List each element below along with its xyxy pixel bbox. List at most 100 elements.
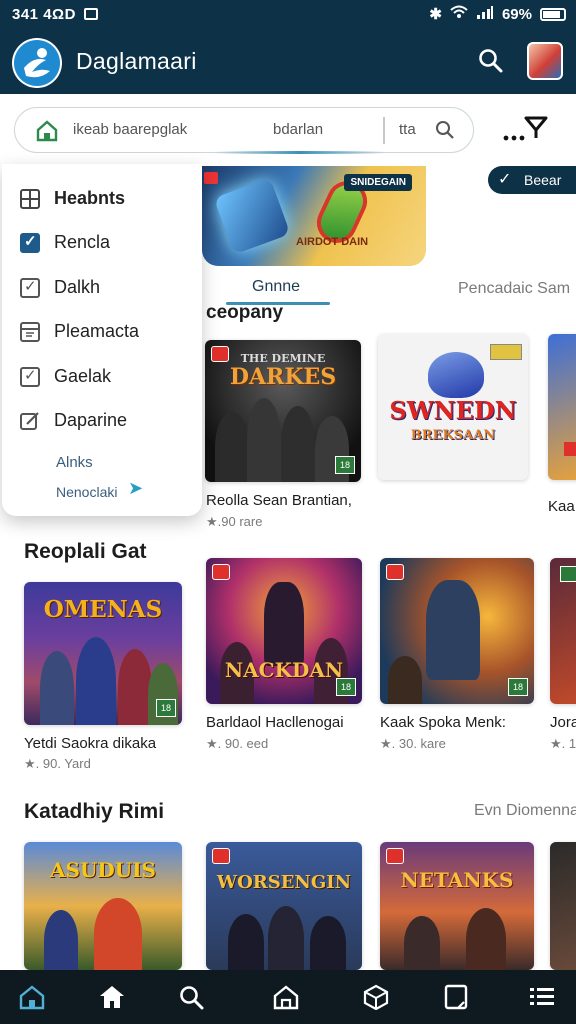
wifi-icon bbox=[450, 5, 468, 23]
section-see-more[interactable]: Evn Diomenna bbox=[474, 802, 576, 820]
menu-item-dalkh[interactable]: Dalkh bbox=[20, 277, 100, 298]
gem-artwork bbox=[213, 177, 291, 255]
rating-badge-icon: 18 bbox=[156, 699, 176, 717]
dropdown-menu: Heabnts Rencla Dalkh Pleamacta Gaelak Da… bbox=[2, 164, 202, 516]
game-card[interactable]: ASUDUIS bbox=[24, 842, 182, 970]
game-rating: ★. 90. eed bbox=[206, 736, 269, 751]
mask-artwork bbox=[428, 352, 484, 398]
home-outline-icon[interactable] bbox=[18, 984, 46, 1010]
search-icon[interactable] bbox=[178, 984, 206, 1010]
game-card[interactable] bbox=[548, 334, 576, 480]
game-rating: ★.90 rare bbox=[206, 514, 263, 529]
game-title[interactable]: Reolla Sean Brantian, bbox=[206, 492, 352, 509]
badge-icon bbox=[212, 848, 230, 864]
card-title-art: OMENAS bbox=[43, 596, 163, 623]
game-card[interactable] bbox=[550, 842, 576, 970]
figure-art bbox=[426, 580, 480, 680]
home-icon[interactable] bbox=[98, 984, 126, 1010]
menu-item-rencla[interactable]: Rencla bbox=[20, 232, 110, 253]
calendar-icon bbox=[20, 321, 40, 342]
search-focus-accent bbox=[215, 151, 385, 154]
menu-item-gaelak[interactable]: Gaelak bbox=[20, 366, 111, 387]
menu-item-label: Pleamacta bbox=[54, 321, 140, 341]
card-title-art: NETANKS bbox=[400, 868, 514, 892]
check-icon: ✓ bbox=[498, 171, 512, 188]
section-heading: Reoplali Gat bbox=[24, 540, 147, 563]
menu-item-label: Rencla bbox=[54, 232, 111, 252]
figure-art bbox=[247, 398, 281, 482]
menu-footer-link[interactable]: Nenoclaki bbox=[56, 484, 117, 500]
figure-art bbox=[94, 898, 142, 970]
figure-art bbox=[281, 406, 315, 482]
badge-icon bbox=[564, 442, 576, 456]
figure-art bbox=[310, 916, 346, 970]
search-placeholder: ikeab baarepglak bbox=[73, 121, 188, 138]
game-card[interactable]: SWNEDN BREKSAAN bbox=[378, 334, 528, 480]
checkbox-icon bbox=[20, 366, 40, 387]
cube-icon[interactable] bbox=[362, 984, 390, 1011]
game-card[interactable]: OMENAS 18 bbox=[24, 582, 182, 725]
search-suffix: tta bbox=[399, 121, 416, 138]
card-title-art: SWNEDN bbox=[389, 396, 517, 425]
figure-art bbox=[40, 651, 74, 725]
featured-banner[interactable]: SNIDEGAIN AIRDOT DAIN bbox=[202, 166, 426, 266]
app-bar: Daglamaari bbox=[0, 30, 576, 94]
figure-art bbox=[466, 908, 506, 970]
figure-art bbox=[388, 656, 422, 704]
section-heading: Katadhiy Rimi bbox=[24, 800, 165, 823]
game-title[interactable]: Kaa bbox=[548, 498, 575, 515]
game-card[interactable]: WORSENGIN bbox=[206, 842, 362, 970]
status-bar: 341 4ΩD ✱ 69% bbox=[0, 0, 576, 30]
filter-button[interactable] bbox=[500, 114, 550, 148]
game-title[interactable]: Jora bbox=[550, 714, 576, 731]
figure-art bbox=[44, 910, 78, 970]
game-rating: ★. 30. kare bbox=[380, 736, 446, 751]
game-card[interactable]: NACKDAN 18 bbox=[206, 558, 362, 704]
banner-tag: SNIDEGAIN bbox=[344, 174, 412, 191]
badge-icon bbox=[204, 172, 218, 184]
game-title[interactable]: Barldaol Hacllenogai bbox=[206, 714, 344, 731]
tab-game[interactable]: Gnnne bbox=[252, 278, 300, 296]
menu-item-daparine[interactable]: Daparine bbox=[20, 410, 127, 431]
game-rating: ★. 90. Yard bbox=[24, 756, 91, 771]
card-title-art: WORSENGIN bbox=[216, 872, 352, 893]
section-heading-company: ceopany bbox=[206, 302, 284, 323]
game-title[interactable]: Kaak Spoka Menk: bbox=[380, 714, 506, 731]
house-icon[interactable] bbox=[272, 984, 300, 1010]
notification-icon bbox=[84, 8, 98, 20]
search-icon[interactable] bbox=[478, 48, 504, 79]
game-card[interactable]: 18 bbox=[380, 558, 534, 704]
send-icon[interactable]: ➤ bbox=[128, 478, 143, 499]
filter-pill-button[interactable]: ✓ Beear bbox=[488, 166, 576, 194]
menu-footer-link[interactable]: Alnks bbox=[56, 454, 93, 471]
figure-art bbox=[268, 906, 304, 970]
menu-item-pleamacta[interactable]: Pleamacta bbox=[20, 321, 139, 342]
app-logo-icon[interactable] bbox=[12, 38, 62, 88]
figure-art bbox=[215, 412, 249, 482]
bluetooth-icon: ✱ bbox=[429, 6, 442, 23]
search-divider bbox=[383, 117, 385, 144]
figure-art bbox=[76, 637, 116, 725]
search-icon[interactable] bbox=[435, 120, 455, 145]
menu-item-label: Dalkh bbox=[54, 277, 101, 297]
game-card[interactable]: THE DEMINE DARKES 18 bbox=[205, 340, 361, 482]
figure-art bbox=[264, 582, 304, 666]
signal-icon bbox=[476, 5, 494, 23]
card-title-art: ASUDUIS bbox=[50, 858, 156, 882]
game-card[interactable] bbox=[550, 558, 576, 704]
avatar[interactable] bbox=[527, 42, 563, 80]
search-input[interactable]: ikeab baarepglak bdarlan tta bbox=[14, 107, 474, 154]
grid-icon bbox=[20, 188, 40, 209]
list-icon[interactable] bbox=[528, 984, 556, 1010]
badge-icon bbox=[386, 848, 404, 864]
figure-art bbox=[228, 914, 264, 970]
game-title[interactable]: Yetdi Saokra dikaka bbox=[24, 735, 156, 752]
game-card[interactable]: NETANKS bbox=[380, 842, 534, 970]
tab-right[interactable]: Pencadaic Sam bbox=[458, 280, 570, 298]
pill-label: Beear bbox=[524, 172, 562, 188]
menu-item-heabnts[interactable]: Heabnts bbox=[20, 188, 125, 209]
card-title-art: DARKES bbox=[229, 364, 337, 390]
bookmark-icon[interactable] bbox=[442, 984, 470, 1010]
home-outline-icon bbox=[35, 119, 59, 148]
badge-icon bbox=[386, 564, 404, 580]
